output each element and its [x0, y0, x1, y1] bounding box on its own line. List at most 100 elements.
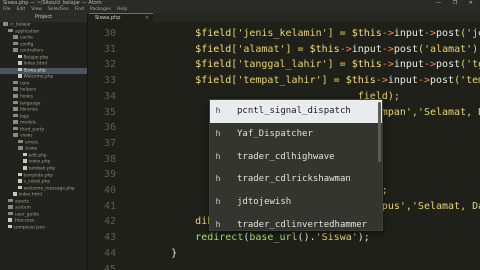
code-token: -> — [381, 43, 394, 55]
autocomplete-item[interactable]: h jdtojewish — [210, 191, 382, 214]
file-icon — [18, 179, 22, 183]
tree-file[interactable]: composer.json — [0, 224, 87, 232]
code-token: (). — [297, 232, 316, 244]
code-token: post — [436, 28, 461, 39]
file-icon — [18, 185, 22, 190]
code-token: -> — [423, 59, 437, 71]
tree-item-label: config — [20, 41, 34, 47]
suggestion-type-icon: h — [215, 174, 221, 184]
code-line: redirect(base_url().'Siswa'); — [147, 232, 370, 243]
code-token: post — [430, 75, 455, 87]
folder-icon — [18, 139, 23, 144]
file-icon — [23, 166, 27, 170]
suggestion-label: jdtojewish — [237, 197, 292, 208]
folder-icon — [13, 100, 18, 105]
code-token: $this — [309, 43, 340, 55]
tree-item-label: third_party — [20, 127, 45, 132]
tree-item-label: edit.php — [28, 153, 47, 159]
folder-icon — [13, 35, 18, 39]
autocomplete-item[interactable]: h pcntl_signal_dispatch — [210, 100, 382, 123]
code-token: ['alamat'] = — [231, 43, 310, 55]
code-token: $field — [195, 43, 232, 55]
code-token: ['jenis_kelamin'] = — [231, 28, 352, 39]
tree-item-label: user_guide — [15, 212, 40, 218]
file-icon — [8, 218, 12, 222]
folder-icon — [8, 28, 13, 33]
suggestion-type-icon: h — [215, 128, 221, 138]
tree-item-label: Siswa.php — [23, 68, 46, 74]
code-token: redirect — [195, 232, 244, 244]
suggestion-label: Yaf_Dispatcher — [237, 128, 313, 139]
code-line: $field['tanggal_lahir'] = $this->input->… — [147, 59, 480, 70]
code-token: $this — [351, 28, 382, 39]
file-icon — [13, 192, 17, 196]
tree-item-label: hooks — [20, 94, 33, 100]
tree-item-label: index.html — [18, 192, 42, 198]
code-token: $field — [195, 75, 232, 87]
tree-item-label: errors — [25, 140, 38, 146]
autocomplete-scrollbar[interactable] — [378, 102, 381, 162]
folder-icon — [8, 198, 13, 203]
code-token: ('alamat'); — [417, 43, 480, 55]
menu-item-file[interactable]: File — [3, 7, 11, 12]
tree-item-label: Belajar.php — [23, 54, 49, 60]
code-token: -> — [375, 75, 388, 87]
code-token: -> — [339, 43, 352, 55]
tree-item-label: ci_belajar — [10, 22, 31, 28]
folder-icon — [13, 113, 18, 118]
code-token: ['tempat_lahir'] = — [231, 75, 346, 87]
menu-item-selection[interactable]: Selection — [48, 7, 69, 12]
menu-item-find[interactable]: Find — [75, 7, 84, 12]
code-token: -> — [417, 75, 430, 87]
code-token: ); — [357, 232, 370, 244]
code-token: ('tgl_lah'); — [460, 59, 480, 71]
window-title: Siswa.php — ~/Sites/ci_belajar — Atom — [3, 0, 102, 6]
suggestion-type-icon: h — [215, 197, 221, 207]
tree-item-label: Index.html — [23, 61, 47, 67]
autocomplete-item[interactable]: h trader_cdlhighwave — [210, 146, 382, 169]
code-token: $field — [195, 59, 232, 71]
menu-item-view[interactable]: View — [31, 7, 42, 12]
code-token: -> — [381, 59, 394, 71]
folder-icon — [13, 126, 18, 131]
folder-icon — [8, 211, 13, 216]
tree-item-label: helpers — [20, 87, 37, 93]
autocomplete-popup: h pcntl_signal_dispatch h Yaf_Dispatcher h tr… — [209, 99, 383, 231]
code-token: input — [351, 43, 382, 55]
code-line: } — [147, 248, 177, 259]
code-token: $this — [351, 59, 382, 71]
code-line: $field['jenis_kelamin'] = $this->input->… — [147, 28, 480, 39]
tree-item-label: siswa — [25, 146, 38, 152]
code-token: -> — [423, 28, 437, 39]
menu-item-help[interactable]: Help — [117, 7, 127, 12]
autocomplete-item[interactable]: h trader_cdlrickshawman — [210, 168, 382, 191]
suggestion-type-icon: h — [215, 106, 221, 115]
menu-item-packages[interactable]: Packages — [90, 7, 111, 12]
tree-item-label: template.php — [23, 172, 54, 178]
suggestion-label: pcntl_signal_dispatch — [237, 106, 351, 116]
tab-siswa-php[interactable]: Siswa.php × — [89, 13, 153, 22]
code-editor[interactable]: 30 31 32 33 34 35 36 37 38 39 40 41 42 43 44 45 $field[… — [89, 22, 480, 270]
tree-item-label: controllers — [20, 48, 44, 54]
folder-icon — [3, 22, 8, 26]
window-controls[interactable]: — ❐ ✕ — [436, 0, 478, 7]
folder-icon — [13, 41, 18, 46]
tree-item-label: system — [15, 205, 31, 211]
autocomplete-item[interactable]: h trader_cdlinvertedhammer — [210, 214, 382, 230]
tree-item-label: Welcome.php — [23, 74, 54, 80]
suggestion-label: trader_cdlrickshawman — [237, 174, 351, 185]
file-icon — [23, 159, 27, 163]
autocomplete-item[interactable]: h Yaf_Dispatcher — [210, 123, 382, 146]
menu-item-edit[interactable]: Edit — [17, 7, 26, 12]
folder-icon — [8, 205, 13, 209]
tree-item-label: composer.json — [13, 225, 46, 231]
tree-item-label: application — [15, 28, 40, 34]
file-icon — [8, 224, 12, 229]
tree-item-label: .htaccess — [13, 218, 35, 224]
tree-item-label: language — [20, 100, 41, 106]
code-token: $field — [195, 28, 232, 39]
